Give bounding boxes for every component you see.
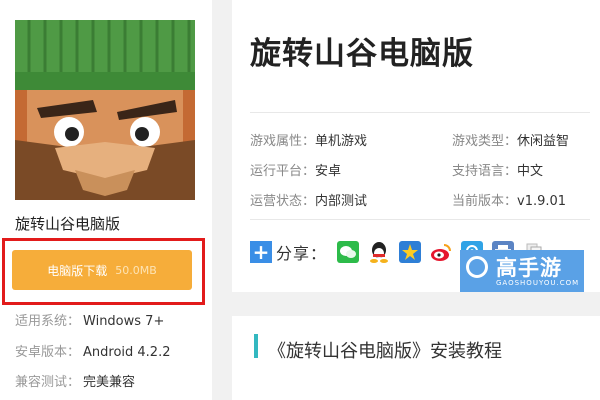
download-label: 电脑版下载 — [47, 263, 108, 278]
page-title: 旋转山谷电脑版 — [250, 36, 474, 72]
info-version-value: v1.9.01 — [517, 194, 567, 209]
download-size: 50.0MB — [115, 263, 157, 277]
info-divider — [250, 112, 590, 113]
logo-subtext: GAOSHOUYOU.COM — [496, 279, 580, 287]
system-android-value: Android 4.2.2 — [83, 345, 171, 360]
info-status: 运营状态：内部测试 — [250, 190, 367, 209]
game-icon-image[interactable] — [15, 20, 195, 200]
qzone-icon[interactable] — [399, 241, 422, 263]
info-type-value: 休闲益智 — [517, 134, 570, 149]
weibo-icon[interactable] — [430, 241, 453, 263]
share-divider — [250, 219, 590, 220]
info-language: 支持语言：中文 — [452, 160, 543, 179]
system-compat-value: 完美兼容 — [83, 375, 136, 390]
info-version-key: 当前版本： — [452, 194, 518, 209]
system-row-android: 安卓版本： Android 4.2.2 — [15, 341, 171, 360]
info-platform-value: 安卓 — [315, 164, 342, 179]
tutorial-accent-bar — [254, 334, 258, 358]
info-status-key: 运营状态： — [250, 194, 316, 209]
download-button[interactable]: 电脑版下载 50.0MB — [12, 250, 192, 290]
tutorial-title: 《旋转山谷电脑版》安装教程 — [268, 341, 502, 362]
plus-icon[interactable]: + — [250, 241, 272, 263]
left-panel: 旋转山谷电脑版 电脑版下载 50.0MB 适用系统： Windows 7+ 安卓版… — [0, 0, 212, 400]
info-type: 游戏类型：休闲益智 — [452, 130, 569, 149]
info-type-key: 游戏类型： — [452, 134, 518, 149]
site-logo: 高手游 GAOSHOUYOU.COM — [460, 250, 584, 292]
game-info-panel: 旋转山谷电脑版 游戏属性：单机游戏 游戏类型：休闲益智 运行平台：安卓 支持语言… — [232, 0, 600, 292]
info-attribute: 游戏属性：单机游戏 — [250, 130, 367, 149]
info-platform-key: 运行平台： — [250, 164, 316, 179]
game-name: 旋转山谷电脑版 — [15, 215, 121, 233]
info-status-value: 内部测试 — [315, 194, 368, 209]
info-version: 当前版本：v1.9.01 — [452, 190, 566, 209]
info-language-value: 中文 — [517, 164, 544, 179]
system-row-compat: 兼容测试： 完美兼容 — [15, 371, 135, 390]
logo-g-icon — [466, 256, 488, 278]
logo-text: 高手游 — [496, 256, 562, 280]
info-platform: 运行平台：安卓 — [250, 160, 341, 179]
info-attribute-key: 游戏属性： — [250, 134, 316, 149]
info-attribute-value: 单机游戏 — [315, 134, 368, 149]
system-row-os: 适用系统： Windows 7+ — [15, 310, 164, 329]
system-compat-key: 兼容测试： — [15, 375, 81, 390]
share-label: 分享： — [276, 244, 328, 263]
qq-icon[interactable] — [368, 241, 391, 263]
system-os-value: Windows 7+ — [83, 314, 165, 329]
system-android-key: 安卓版本： — [15, 345, 81, 360]
tutorial-panel: 《旋转山谷电脑版》安装教程 — [232, 316, 600, 400]
system-os-key: 适用系统： — [15, 314, 81, 329]
info-language-key: 支持语言： — [452, 164, 518, 179]
wechat-icon[interactable] — [337, 241, 360, 263]
